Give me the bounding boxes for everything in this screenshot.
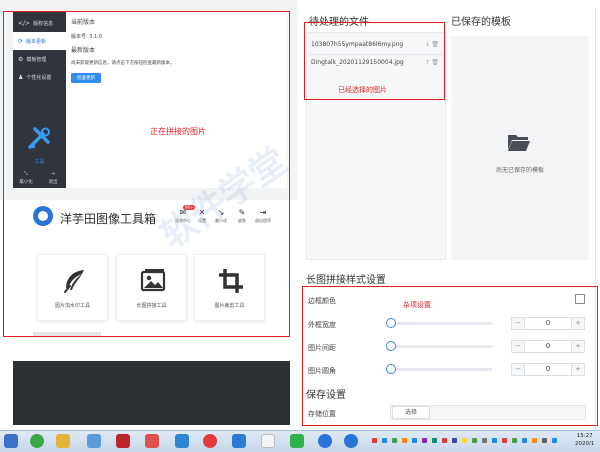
browser-icon[interactable] [30, 434, 44, 448]
folder-icon[interactable] [56, 434, 70, 448]
outer-width-slider-track[interactable] [388, 322, 492, 325]
start-icon[interactable] [4, 434, 18, 448]
tray-icon[interactable] [372, 438, 377, 443]
tray-icon[interactable] [532, 438, 537, 443]
tray-icon[interactable] [492, 438, 497, 443]
image-toolbox-taskbar-icon[interactable] [318, 434, 332, 448]
corner-radius-label: 图片圆角 [308, 367, 336, 375]
tray-icon[interactable] [422, 438, 427, 443]
clock[interactable]: 15:27 2020/1 [575, 432, 594, 448]
empty-templates-text: 尚无已保存的模板 [495, 167, 544, 174]
tray-icon[interactable] [412, 438, 417, 443]
image-spacing-label: 图片间距 [308, 344, 336, 352]
image-spacing-slider-handle[interactable] [386, 341, 396, 351]
choose-folder-button[interactable]: 选择 [392, 406, 430, 419]
irp-icon[interactable] [116, 434, 130, 448]
bird-icon[interactable] [175, 434, 189, 448]
preview-dark-region [13, 361, 290, 425]
corner-radius-slider-handle[interactable] [386, 364, 396, 374]
tray-icon[interactable] [522, 438, 527, 443]
tray-icon[interactable] [512, 438, 517, 443]
folder-open-icon [508, 135, 530, 151]
clock-date: 2020/1 [575, 441, 595, 447]
clock-time: 15:27 [576, 433, 593, 439]
tray-icon[interactable] [462, 438, 467, 443]
tray-icon[interactable] [402, 438, 407, 443]
tray-icon[interactable] [392, 438, 397, 443]
saved-templates-title: 已保存的模板 [451, 17, 511, 28]
tray-icon[interactable] [432, 438, 437, 443]
vs-icon[interactable] [232, 434, 246, 448]
outer-width-stepper[interactable]: − 0 + [511, 317, 585, 330]
document-icon[interactable] [261, 434, 275, 448]
image-spacing-slider-track[interactable] [388, 345, 492, 348]
decrement-button[interactable]: − [512, 364, 525, 375]
media-icon[interactable] [145, 434, 159, 448]
save-settings-title: 保存设置 [306, 390, 346, 401]
stepper-value[interactable]: 0 [525, 364, 571, 375]
increment-button[interactable]: + [571, 364, 584, 375]
tray-icon[interactable] [502, 438, 507, 443]
annotation-frame-preview [3, 11, 290, 337]
tray-icon[interactable] [472, 438, 477, 443]
tray-icon[interactable] [442, 438, 447, 443]
app-icon[interactable] [87, 434, 101, 448]
decrement-button[interactable]: − [512, 318, 525, 329]
network-icon[interactable] [552, 438, 557, 443]
tray-icon[interactable] [452, 438, 457, 443]
increment-button[interactable]: + [571, 318, 584, 329]
image-spacing-stepper[interactable]: − 0 + [511, 340, 585, 353]
annotation-frame-files [304, 22, 445, 100]
border-color-checkbox[interactable] [575, 294, 585, 304]
wechat-icon[interactable] [290, 434, 304, 448]
corner-radius-stepper[interactable]: − 0 + [511, 363, 585, 376]
corner-radius-slider-track[interactable] [388, 368, 492, 371]
outer-width-slider-handle[interactable] [386, 318, 396, 328]
stepper-value[interactable]: 0 [525, 341, 571, 352]
border-color-label: 边框颜色 [308, 297, 336, 305]
volume-icon[interactable] [542, 438, 547, 443]
stepper-value[interactable]: 0 [525, 318, 571, 329]
music-icon[interactable] [203, 434, 217, 448]
tray-icon[interactable] [482, 438, 487, 443]
misc-settings-annotation: 杂项设置 [403, 301, 431, 309]
storage-location-label: 存储位置 [308, 410, 336, 418]
decrement-button[interactable]: − [512, 341, 525, 352]
image-toolbox-taskbar-icon[interactable] [344, 434, 358, 448]
outer-width-label: 外框宽度 [308, 321, 336, 329]
tray-icon[interactable] [382, 438, 387, 443]
style-settings-title: 长图拼接样式设置 [306, 275, 386, 286]
increment-button[interactable]: + [571, 341, 584, 352]
